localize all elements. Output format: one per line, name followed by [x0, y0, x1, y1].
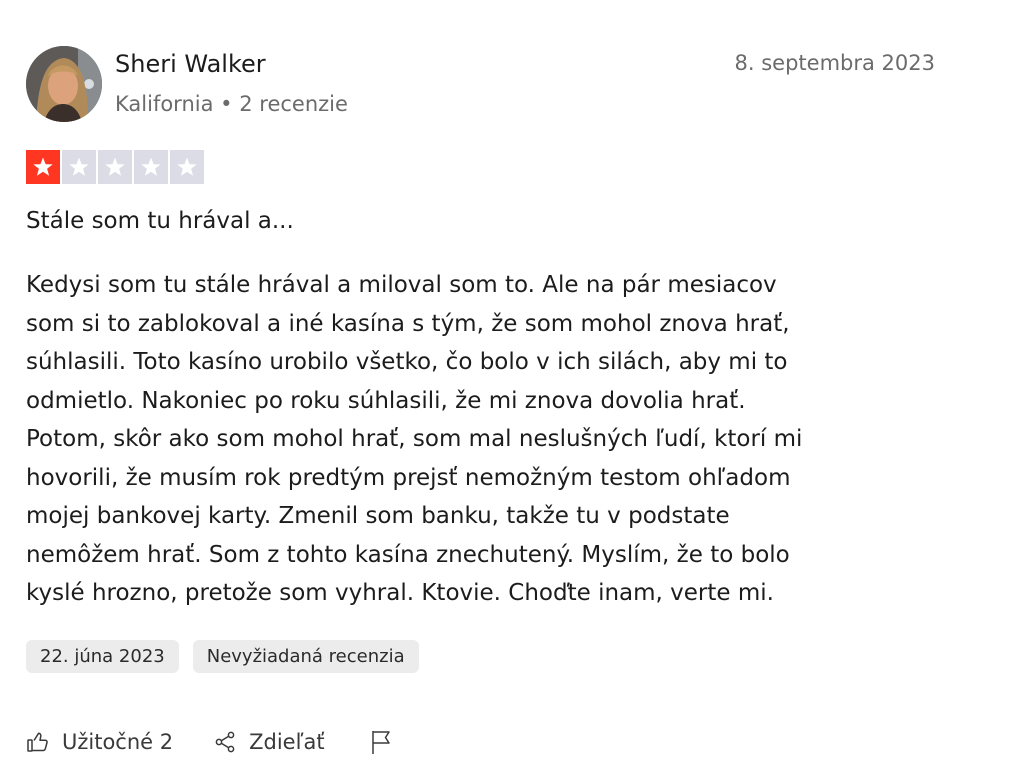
- review-tags: 22. júna 2023 Nevyžiadaná recenzia: [26, 640, 419, 673]
- review-body-line: kyslé hrozno, pretože som vyhral. Ktovie…: [26, 580, 774, 606]
- review-body-line: Kedysi som tu stále hrával a miloval som…: [26, 272, 777, 298]
- thumbs-up-icon: [26, 730, 50, 754]
- review-body-line: nemôžem hrať. Som z tohto kasína znechut…: [26, 541, 790, 568]
- review-body-line: Potom, skôr ako som mohol hrať, som mal …: [26, 426, 803, 452]
- review-date: 8. septembra 2023: [734, 51, 935, 75]
- meta-separator: •: [220, 92, 233, 116]
- star-filled: [26, 150, 60, 184]
- star-icon: [177, 157, 197, 176]
- star-icon: [105, 157, 125, 176]
- star-icon: [33, 157, 53, 176]
- star-empty: [98, 150, 132, 184]
- review-body-line: súhlasili. Toto kasíno urobilo všetko, č…: [26, 349, 788, 375]
- author-review-count: 2 recenzie: [239, 92, 348, 116]
- avatar[interactable]: [26, 46, 102, 122]
- helpful-button[interactable]: Užitočné 2: [26, 730, 173, 754]
- author-meta: Kalifornia • 2 recenzie: [115, 89, 348, 119]
- report-button[interactable]: [369, 729, 393, 755]
- star-icon: [69, 157, 89, 176]
- review-body-line: odmietlo. Nakoniec po roku súhlasili, že…: [26, 387, 746, 414]
- flag-icon: [369, 729, 393, 755]
- review-title: Stále som tu hrával a...: [26, 208, 294, 234]
- avatar-photo: [26, 46, 102, 122]
- review-body-line: mojej bankovej karty. Zmenil som banku, …: [26, 503, 730, 529]
- unprompted-review-tag[interactable]: Nevyžiadaná recenzia: [192, 640, 419, 673]
- review-body-line: som si to zablokoval a iné kasína s tým,…: [26, 310, 790, 337]
- author-location: Kalifornia: [115, 92, 214, 116]
- share-button[interactable]: Zdieľať: [213, 730, 325, 754]
- star-empty: [170, 150, 204, 184]
- star-empty: [134, 150, 168, 184]
- star-empty: [62, 150, 96, 184]
- review-body: Kedysi som tu stále hrával a miloval som…: [26, 266, 966, 613]
- experience-date-tag: 22. júna 2023: [26, 640, 179, 673]
- review-body-line: hovorili, že musím rok predtým prejsť ne…: [26, 464, 791, 491]
- star-icon: [141, 157, 161, 176]
- review-card: Sheri Walker Kalifornia • 2 recenzie 8. …: [0, 0, 1024, 775]
- star-rating: [26, 150, 204, 184]
- helpful-label: Užitočné 2: [62, 730, 174, 754]
- share-icon: [213, 730, 237, 754]
- share-label: Zdieľať: [249, 730, 325, 754]
- review-actions: Užitočné 2 Zdieľať: [26, 722, 393, 762]
- author-name[interactable]: Sheri Walker: [115, 48, 266, 80]
